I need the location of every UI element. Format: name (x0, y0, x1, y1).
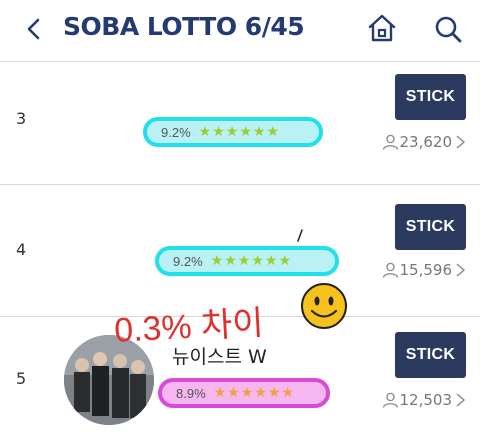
user-icon (382, 262, 398, 278)
star-icon: ★ (224, 253, 237, 269)
voter-count-value: 12,503 (399, 391, 453, 409)
chevron-right-icon (456, 263, 466, 277)
ranking-row[interactable]: 3 9.2% ★ ★ ★ ★ ★ ★ STICK 23,620 (0, 62, 480, 184)
star-icon: ★ (227, 385, 240, 401)
star-rating: ★ ★ ★ ★ ★ ★ (211, 254, 292, 268)
star-icon: ★ (198, 124, 212, 140)
page-title: SOBA LOTTO 6/45 (63, 12, 305, 41)
rank-number: 4 (16, 240, 27, 259)
star-icon: ★ (266, 124, 280, 140)
back-chevron-icon[interactable] (22, 14, 46, 44)
vote-percent-pill: 9.2% ★ ★ ★ ★ ★ ★ (143, 117, 323, 147)
smiley-emoji-icon (301, 283, 347, 329)
star-icon: ★ (225, 124, 239, 140)
star-icon: ★ (251, 253, 264, 269)
pen-stroke-mark (297, 229, 303, 242)
voter-count-value: 15,596 (399, 261, 453, 279)
star-rating: ★ ★ ★ ★ ★ ★ (214, 386, 295, 400)
star-icon: ★ (254, 385, 267, 401)
home-icon[interactable] (366, 12, 398, 44)
star-icon: ★ (213, 385, 227, 401)
star-icon: ★ (210, 253, 224, 269)
star-icon: ★ (264, 253, 278, 269)
chevron-right-icon (456, 135, 466, 149)
vote-percent: 9.2% (161, 124, 191, 140)
star-icon: ★ (240, 385, 254, 401)
user-icon (382, 392, 398, 408)
app-header: SOBA LOTTO 6/45 (0, 0, 480, 58)
vote-percent-pill: 8.9% ★ ★ ★ ★ ★ ★ (158, 378, 330, 408)
user-icon (382, 134, 398, 150)
star-icon: ★ (281, 385, 295, 401)
vote-percent-pill: 9.2% ★ ★ ★ ★ ★ ★ (155, 246, 339, 276)
star-icon: ★ (267, 385, 281, 401)
stick-button[interactable]: STICK (395, 332, 466, 378)
vote-percent: 9.2% (173, 253, 203, 269)
vote-percent: 8.9% (176, 385, 206, 401)
star-icon: ★ (278, 253, 292, 269)
rank-number: 5 (16, 369, 27, 388)
stick-button[interactable]: STICK (395, 74, 466, 120)
stick-button[interactable]: STICK (395, 204, 466, 250)
star-rating: ★ ★ ★ ★ ★ ★ (199, 125, 280, 139)
voter-count[interactable]: 15,596 (382, 261, 467, 279)
difference-annotation: 0.3% 차이 (113, 304, 265, 350)
star-icon: ★ (239, 124, 252, 140)
voter-count[interactable]: 12,503 (382, 391, 467, 409)
voter-count[interactable]: 23,620 (382, 133, 467, 151)
star-icon: ★ (212, 124, 225, 140)
rank-number: 3 (16, 109, 27, 128)
star-icon: ★ (237, 253, 251, 269)
search-icon[interactable] (432, 13, 464, 45)
chevron-right-icon (456, 393, 466, 407)
voter-count-value: 23,620 (399, 133, 453, 151)
star-icon: ★ (252, 124, 266, 140)
